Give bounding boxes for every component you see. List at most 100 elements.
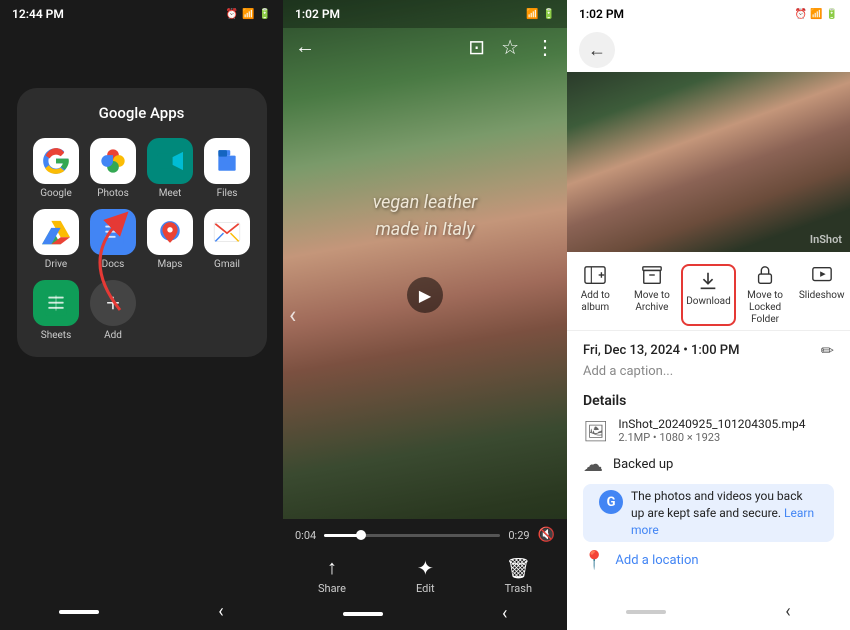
cast-icon[interactable]: ⊡ — [468, 35, 485, 59]
status-icons-3: ⏰ 📶 🔋 — [795, 9, 838, 20]
trash-action[interactable]: 🗑 Trash — [505, 556, 532, 595]
home-indicator-1 — [59, 610, 99, 614]
add-to-album-label: Add to album — [568, 290, 623, 314]
app-item-drive[interactable]: Drive — [33, 209, 80, 270]
progress-track[interactable] — [324, 534, 500, 537]
wifi-icon: 📶 — [242, 9, 254, 20]
detail-date-row: Fri, Dec 13, 2024 • 1:00 PM ✏ — [583, 341, 834, 360]
app-item-photos[interactable]: Photos — [90, 138, 137, 199]
battery-icon-2: 🔋 — [543, 9, 555, 20]
app-item-docs[interactable]: Docs — [90, 209, 137, 270]
download-action[interactable]: Download — [681, 264, 736, 326]
app-item-maps[interactable]: Maps — [147, 209, 194, 270]
detail-google-text: The photos and videos you back up are ke… — [631, 488, 818, 538]
time-total: 0:29 — [508, 529, 529, 542]
download-icon — [697, 270, 719, 292]
add-icon: + — [90, 280, 136, 326]
battery-icon-3: 🔋 — [826, 9, 838, 20]
back-button-2[interactable]: ‹ — [502, 603, 507, 624]
backup-status: Backed up — [613, 457, 673, 472]
share-action[interactable]: ↑ Share — [318, 555, 346, 595]
panel-photo-details: 1:02 PM ⏰ 📶 🔋 ← InShot Add to album Move… — [567, 0, 850, 630]
app-item-google[interactable]: Google — [33, 138, 80, 199]
play-button[interactable]: ▶ — [407, 277, 443, 313]
edit-action[interactable]: ✦ Edit — [416, 556, 435, 595]
photo-text-overlay: vegan leather made in Italy — [283, 189, 567, 243]
app-label-files: Files — [217, 188, 238, 199]
add-location-text: Add a location — [615, 553, 698, 568]
panel-google-apps: 12:44 PM ⏰ 📶 🔋 Google Apps Google Photos — [0, 0, 283, 630]
google-apps-card: Google Apps Google Photos Me — [17, 88, 267, 357]
detail-google-row: G The photos and videos you back up are … — [583, 484, 834, 542]
home-indicator-2 — [343, 612, 383, 616]
move-to-locked-action[interactable]: Move to Locked Folder — [738, 264, 793, 326]
nav-bar-3: ‹ — [567, 601, 850, 622]
add-to-album-action[interactable]: Add to album — [568, 264, 623, 326]
toolbar-right: ⊡ ☆ ⋮ — [468, 35, 555, 59]
nav-bar-1: ‹ — [0, 601, 283, 622]
sheets-icon — [33, 280, 79, 326]
meet-icon — [147, 138, 193, 184]
maps-icon — [147, 209, 193, 255]
status-icons-1: ⏰ 📶 🔋 — [226, 9, 271, 20]
app-item-meet[interactable]: Meet — [147, 138, 194, 199]
drive-icon — [33, 209, 79, 255]
files-icon — [204, 138, 250, 184]
detail-file-row: 🖼 InShot_20240925_101204305.mp4 2.1MP • … — [567, 413, 850, 448]
back-button-1[interactable]: ‹ — [218, 601, 223, 622]
detail-file-info: InShot_20240925_101204305.mp4 2.1MP • 10… — [618, 417, 805, 444]
progress-thumb — [356, 530, 366, 540]
app-label-meet: Meet — [159, 188, 182, 199]
lock-icon — [754, 264, 776, 286]
inshot-watermark-3: InShot — [810, 233, 842, 246]
more-options-icon[interactable]: ⋮ — [535, 35, 555, 59]
archive-icon — [641, 264, 663, 286]
add-to-album-icon — [584, 264, 606, 286]
progress-fill — [324, 534, 359, 537]
alarm-icon: ⏰ — [226, 9, 238, 20]
mute-icon[interactable]: 🔇 — [538, 527, 555, 543]
prev-button[interactable]: ‹ — [289, 301, 296, 329]
photo-detail-header: ← — [567, 28, 850, 72]
app-item-files[interactable]: Files — [204, 138, 251, 199]
app-item-add[interactable]: + Add — [90, 280, 137, 341]
status-icons-2: 📶 🔋 — [526, 9, 555, 20]
docs-icon — [90, 209, 136, 255]
detail-date: Fri, Dec 13, 2024 • 1:00 PM — [583, 343, 739, 358]
backup-icon: ☁ — [583, 452, 603, 476]
photo-bottom-bar: 0:04 0:29 🔇 ↑ Share ✦ Edit 🗑 Trash — [283, 519, 567, 630]
app-label-sheets: Sheets — [41, 330, 71, 341]
back-button-circle[interactable]: ← — [579, 32, 615, 68]
battery-icon: 🔋 — [259, 9, 271, 20]
photo-actions: ↑ Share ✦ Edit 🗑 Trash — [283, 547, 567, 599]
alarm-icon-3: ⏰ — [795, 9, 807, 20]
back-button-3[interactable]: ‹ — [785, 601, 790, 622]
photos-icon — [90, 138, 136, 184]
detail-location-row[interactable]: 📍 Add a location — [567, 546, 850, 575]
move-to-archive-action[interactable]: Move to Archive — [624, 264, 679, 326]
apps-grid: Google Photos Meet Files — [33, 138, 251, 341]
app-label-gmail: Gmail — [214, 259, 240, 270]
caption-placeholder[interactable]: Add a caption... — [583, 364, 834, 379]
detail-file-meta: 2.1MP • 1080 × 1923 — [618, 431, 805, 444]
slideshow-action[interactable]: Slideshow — [794, 264, 849, 326]
app-item-sheets[interactable]: Sheets — [33, 280, 80, 341]
star-icon[interactable]: ☆ — [501, 35, 519, 59]
google-g-icon: G — [599, 490, 623, 514]
location-icon: 📍 — [583, 550, 605, 571]
app-label-photos: Photos — [97, 188, 129, 199]
action-menu: Add to album Move to Archive Download Mo… — [567, 252, 850, 331]
app-item-gmail[interactable]: Gmail — [204, 209, 251, 270]
google-icon — [33, 138, 79, 184]
back-arrow-icon[interactable]: ← — [295, 34, 315, 59]
app-label-docs: Docs — [102, 259, 125, 270]
file-icon: 🖼 — [583, 419, 608, 443]
edit-date-icon[interactable]: ✏ — [821, 341, 834, 360]
status-time-1: 12:44 PM — [12, 7, 64, 21]
panel-photo-viewer: 1:02 PM 📶 🔋 ← ⊡ ☆ ⋮ vegan leather made i… — [283, 0, 567, 630]
slideshow-icon — [811, 264, 833, 286]
status-bar-3: 1:02 PM ⏰ 📶 🔋 — [567, 0, 850, 28]
nav-bar-2: ‹ — [283, 599, 567, 630]
details-label: Details — [567, 389, 850, 413]
detail-file-name: InShot_20240925_101204305.mp4 — [618, 417, 805, 431]
